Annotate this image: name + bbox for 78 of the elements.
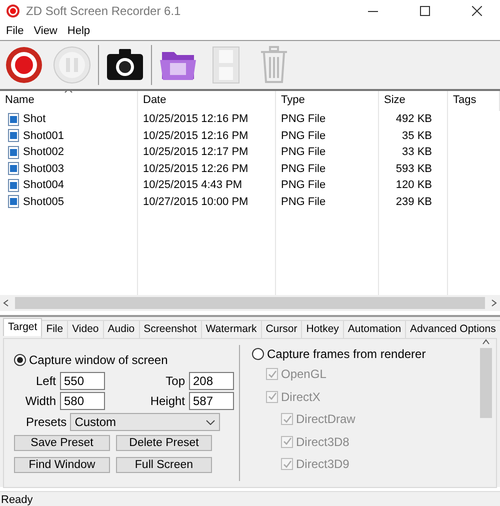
input-field[interactable]: 580 bbox=[60, 392, 105, 410]
size-cell-text: 593 KB bbox=[394, 162, 433, 175]
radio-label: Capture frames from renderer bbox=[267, 347, 426, 361]
image-file-icon bbox=[8, 195, 19, 208]
file-name[interactable]: Shot001 bbox=[23, 130, 64, 142]
film-strip-icon bbox=[211, 45, 241, 85]
date-cell-text: 10/25/2015 12:26 PM bbox=[142, 162, 250, 175]
size-cell-text: 492 KB bbox=[394, 113, 433, 126]
size-cell-text: 239 KB bbox=[394, 196, 433, 208]
scroll-left-icon[interactable] bbox=[3, 299, 9, 307]
date-cell-text: 10/25/2015 12:17 PM bbox=[142, 146, 250, 158]
action-button[interactable]: Full Screen bbox=[116, 457, 212, 473]
checkbox-label: DirectX bbox=[281, 390, 320, 404]
trash-icon bbox=[258, 45, 290, 85]
file-name[interactable]: Shot003 bbox=[23, 162, 64, 175]
date-cell-text: 10/27/2015 10:00 PM bbox=[142, 196, 250, 208]
action-button[interactable]: Find Window bbox=[14, 457, 110, 473]
type-cell-text: PNG File bbox=[280, 162, 327, 175]
horizontal-scrollbar[interactable] bbox=[0, 295, 500, 311]
column-header[interactable]: Size bbox=[379, 91, 448, 111]
status-text: Ready bbox=[1, 494, 33, 506]
scroll-right-icon[interactable] bbox=[491, 299, 497, 307]
field-label: Left bbox=[34, 374, 56, 388]
image-file-icon bbox=[8, 112, 19, 126]
radio-button[interactable] bbox=[14, 354, 26, 366]
date-cell-text: 10/25/2015 12:16 PM bbox=[142, 130, 250, 142]
column-header[interactable]: Date bbox=[138, 91, 276, 111]
scroll-up-icon[interactable] bbox=[482, 339, 490, 345]
checkbox-label: OpenGL bbox=[281, 367, 326, 382]
size-cell-text: 120 KB bbox=[394, 179, 433, 192]
image-file-icon bbox=[8, 178, 19, 192]
field-label: Height bbox=[149, 394, 185, 408]
radio-label: Capture window of screen bbox=[29, 353, 168, 367]
caret-icon bbox=[206, 420, 215, 424]
field-label: Width bbox=[24, 394, 56, 408]
checkbox-label: Direct3D8 bbox=[296, 434, 350, 449]
type-cell-text: PNG File bbox=[280, 113, 327, 126]
window-title: ZD Soft Screen Recorder 6.1 bbox=[26, 4, 182, 18]
image-file-icon bbox=[8, 146, 19, 159]
file-name[interactable]: Shot005 bbox=[23, 196, 64, 208]
size-cell-text: 35 KB bbox=[401, 130, 433, 142]
type-cell-text: PNG File bbox=[280, 196, 327, 208]
tab[interactable]: File bbox=[41, 320, 68, 338]
column-header[interactable]: Tags bbox=[448, 91, 500, 111]
type-cell-text: PNG File bbox=[280, 130, 327, 142]
tab[interactable]: Target bbox=[3, 318, 42, 336]
camera-icon bbox=[105, 48, 145, 82]
input-field[interactable]: 208 bbox=[189, 372, 234, 390]
radio-button[interactable] bbox=[252, 348, 264, 360]
menu-item[interactable]: File bbox=[2, 24, 28, 38]
file-name[interactable]: Shot bbox=[23, 113, 46, 126]
checkbox-label: Direct3D9 bbox=[296, 457, 350, 472]
type-cell-text: PNG File bbox=[280, 179, 327, 192]
close-icon bbox=[472, 6, 482, 16]
column-header[interactable]: Type bbox=[276, 91, 379, 111]
input-field[interactable]: 550 bbox=[60, 372, 105, 390]
image-file-icon bbox=[8, 162, 19, 176]
presets-dropdown[interactable]: Custom bbox=[70, 413, 220, 431]
image-file-icon bbox=[8, 129, 19, 142]
input-field[interactable]: 587 bbox=[189, 392, 234, 410]
field-label: Presets bbox=[26, 415, 67, 429]
pause-icon bbox=[52, 45, 92, 85]
size-cell-text: 33 KB bbox=[401, 146, 433, 158]
action-button[interactable]: Delete Preset bbox=[116, 435, 212, 451]
app-icon bbox=[6, 4, 20, 18]
date-cell-text: 10/25/2015 4:43 PM bbox=[142, 179, 244, 192]
column-header[interactable]: Name bbox=[0, 91, 138, 111]
menu-item[interactable]: View bbox=[30, 24, 62, 38]
type-cell-text: PNG File bbox=[280, 146, 327, 158]
date-cell-text: 10/25/2015 12:16 PM bbox=[142, 113, 250, 126]
action-button[interactable]: Save Preset bbox=[14, 435, 110, 451]
field-label: Top bbox=[164, 374, 185, 388]
maximize-icon bbox=[420, 6, 430, 16]
file-name[interactable]: Shot004 bbox=[23, 179, 64, 192]
checkbox-label: DirectDraw bbox=[296, 412, 356, 426]
menu-item[interactable]: Help bbox=[63, 24, 94, 38]
record-icon bbox=[4, 45, 44, 85]
file-name[interactable]: Shot002 bbox=[23, 146, 64, 158]
